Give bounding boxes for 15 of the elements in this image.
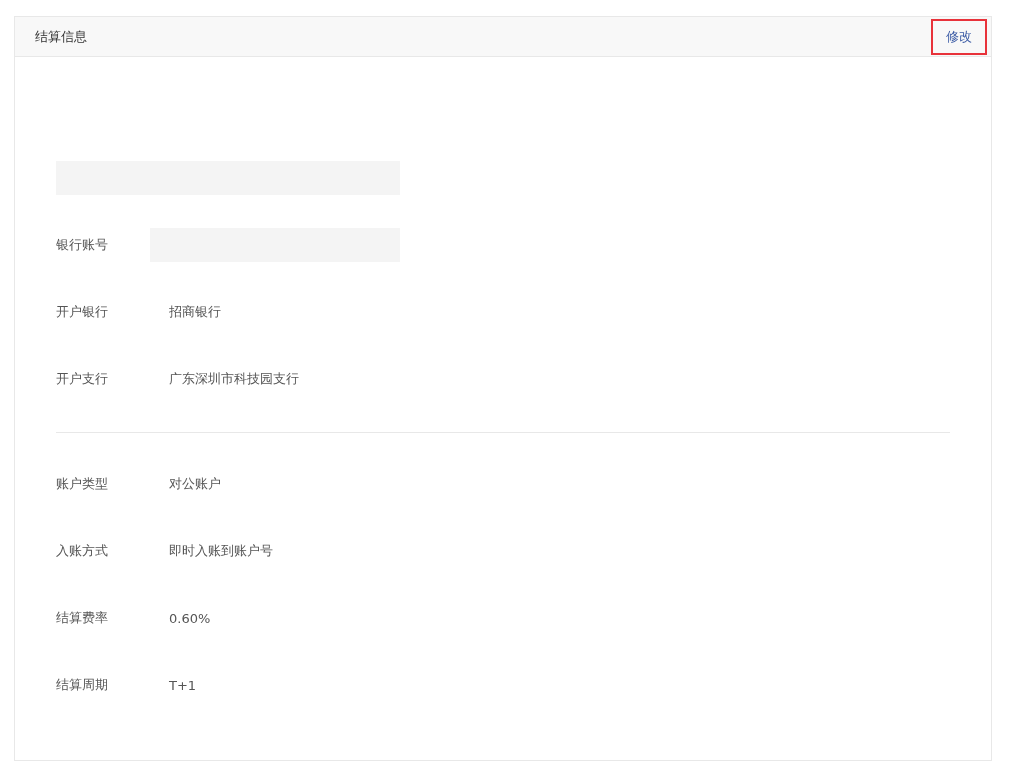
field-value: 即时入账到账户号: [169, 542, 273, 560]
field-value: T+1: [169, 677, 197, 693]
field-value: 广东深圳市科技园支行: [169, 370, 299, 388]
edit-link[interactable]: 修改: [931, 18, 987, 55]
field-label: 结算周期: [56, 676, 109, 694]
field-value: 0.60%: [169, 610, 211, 626]
field-label: 开户银行: [56, 303, 109, 321]
field-label: 开户支行: [56, 370, 109, 388]
field-label: 银行账号: [56, 236, 109, 254]
field-label: 入账方式: [56, 542, 109, 560]
field-label: 账户类型: [56, 475, 109, 493]
field-label: 结算费率: [56, 609, 109, 627]
field-value: 招商银行: [169, 303, 221, 321]
card-title: 结算信息: [35, 27, 87, 46]
field-value: 对公账户: [169, 475, 221, 493]
